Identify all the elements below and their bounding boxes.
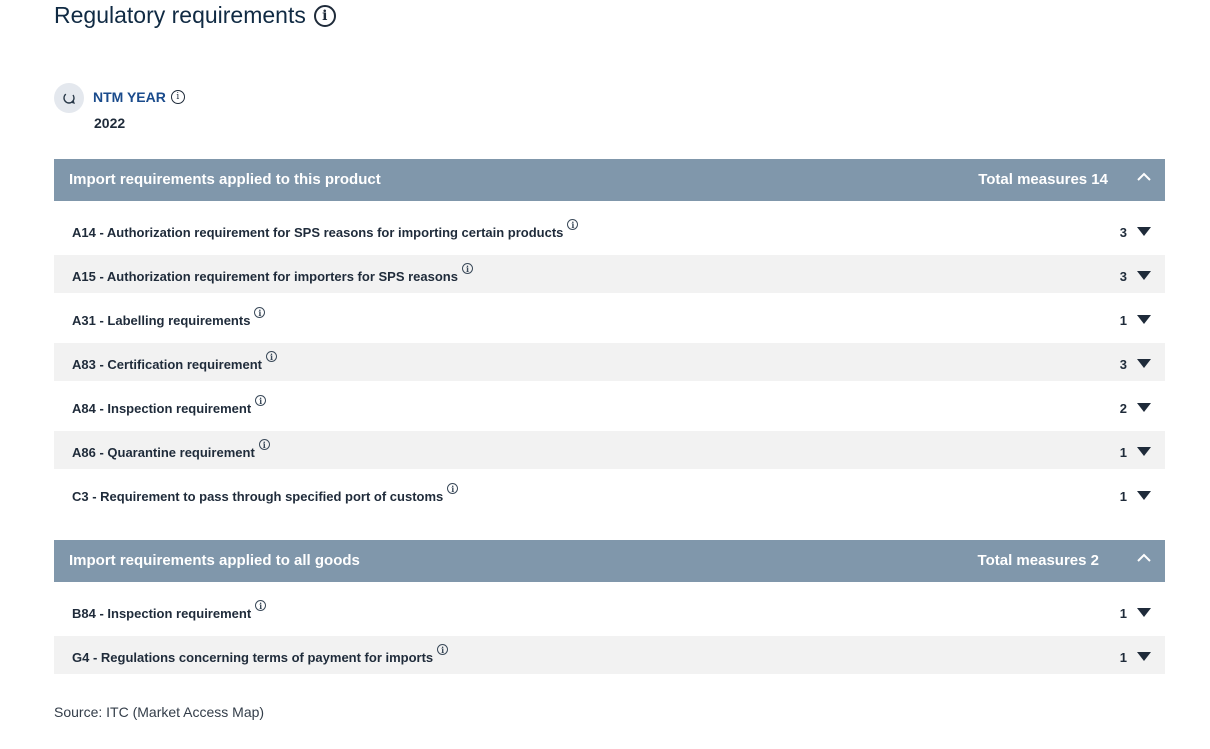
- ntm-year-value: 2022: [94, 115, 126, 131]
- caret-down-icon[interactable]: [1137, 227, 1151, 236]
- info-icon[interactable]: i: [567, 219, 579, 230]
- chevron-up-icon[interactable]: [1137, 553, 1151, 563]
- ntm-year-block: NTM YEAR i 2022: [54, 83, 185, 131]
- measure-label: A83 - Certification requirement: [72, 357, 262, 372]
- measure-count: 1: [1119, 313, 1127, 328]
- info-icon[interactable]: i: [170, 90, 185, 104]
- section-header[interactable]: Import requirements applied to this prod…: [54, 159, 1165, 201]
- measure-count: 2: [1119, 401, 1127, 416]
- page-title-row: Regulatory requirements i: [54, 2, 336, 29]
- measure-label: A14 - Authorization requirement for SPS …: [72, 225, 564, 240]
- list-item[interactable]: C3 - Requirement to pass through specifi…: [54, 475, 1165, 513]
- caret-down-icon[interactable]: [1137, 447, 1151, 456]
- list-item[interactable]: A83 - Certification requirement i 3: [54, 343, 1165, 381]
- info-icon[interactable]: i: [461, 263, 473, 274]
- list-item[interactable]: B84 - Inspection requirement i 1: [54, 592, 1165, 630]
- list-item[interactable]: A15 - Authorization requirement for impo…: [54, 255, 1165, 293]
- info-icon[interactable]: i: [255, 600, 267, 611]
- info-icon[interactable]: i: [313, 4, 336, 27]
- chevron-up-icon[interactable]: [1137, 172, 1151, 182]
- ntm-year-label: NTM YEAR: [93, 89, 166, 105]
- caret-down-icon[interactable]: [1137, 315, 1151, 324]
- info-icon[interactable]: i: [254, 307, 266, 318]
- measure-count: 1: [1119, 489, 1127, 504]
- caret-down-icon[interactable]: [1137, 491, 1151, 500]
- measure-label: B84 - Inspection requirement: [72, 606, 252, 621]
- caret-down-icon[interactable]: [1137, 271, 1151, 280]
- list-item[interactable]: A84 - Inspection requirement i 2: [54, 387, 1165, 425]
- source-note: Source: ITC (Market Access Map): [54, 704, 265, 720]
- measure-label: G4 - Regulations concerning terms of pay…: [72, 650, 434, 665]
- list-item[interactable]: A86 - Quarantine requirement i 1: [54, 431, 1165, 469]
- measure-label: A31 - Labelling requirements: [72, 313, 251, 328]
- section-title: Import requirements applied to this prod…: [69, 171, 381, 188]
- measure-label: A84 - Inspection requirement: [72, 401, 252, 416]
- measure-count: 3: [1119, 269, 1127, 284]
- section-total: Total measures 14: [978, 171, 1108, 188]
- section-product-requirements: Import requirements applied to this prod…: [54, 159, 1165, 513]
- list-item[interactable]: G4 - Regulations concerning terms of pay…: [54, 636, 1165, 674]
- measure-count: 1: [1119, 650, 1127, 665]
- list-item[interactable]: A14 - Authorization requirement for SPS …: [54, 211, 1165, 249]
- page-title: Regulatory requirements: [54, 2, 306, 28]
- section-title: Import requirements applied to all goods: [69, 552, 360, 569]
- caret-down-icon[interactable]: [1137, 652, 1151, 661]
- list-item[interactable]: A31 - Labelling requirements i 1: [54, 299, 1165, 337]
- info-icon[interactable]: i: [255, 395, 267, 406]
- measure-label: C3 - Requirement to pass through specifi…: [72, 489, 444, 504]
- section-header[interactable]: Import requirements applied to all goods…: [54, 540, 1165, 582]
- loading-icon: [54, 83, 84, 113]
- section-total: Total measures 2: [977, 552, 1099, 569]
- info-icon[interactable]: i: [447, 483, 459, 494]
- caret-down-icon[interactable]: [1137, 608, 1151, 617]
- measure-label: A86 - Quarantine requirement: [72, 445, 255, 460]
- info-icon[interactable]: i: [258, 439, 270, 450]
- measure-count: 3: [1119, 225, 1127, 240]
- info-icon[interactable]: i: [437, 644, 449, 655]
- measure-count: 3: [1119, 357, 1127, 372]
- measure-count: 1: [1119, 606, 1127, 621]
- caret-down-icon[interactable]: [1137, 403, 1151, 412]
- info-icon[interactable]: i: [266, 351, 277, 362]
- measure-count: 1: [1119, 445, 1127, 460]
- section-all-goods-requirements: Import requirements applied to all goods…: [54, 540, 1165, 674]
- caret-down-icon[interactable]: [1137, 359, 1151, 368]
- measure-label: A15 - Authorization requirement for impo…: [72, 269, 458, 284]
